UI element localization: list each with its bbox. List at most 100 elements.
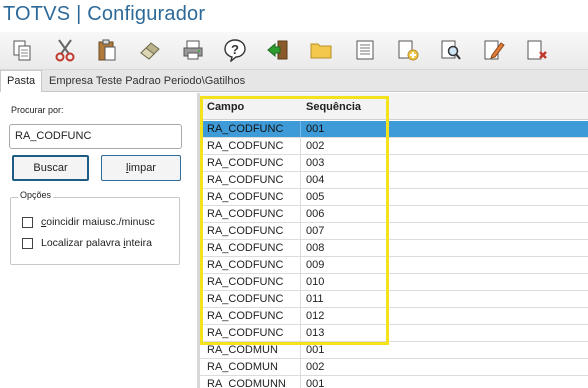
cell-sequencia: 008 (306, 242, 325, 254)
svg-text:?: ? (231, 42, 239, 57)
whole-word-text-before: Localizar palavra (41, 237, 124, 249)
table-row[interactable]: RA_CODMUN 002 (200, 359, 588, 376)
table-row[interactable]: RA_CODFUNC 007 (200, 223, 588, 240)
cell-campo: RA_CODFUNC (207, 140, 284, 152)
cell-sequencia: 005 (306, 191, 325, 203)
cell-campo: RA_CODFUNC (207, 310, 284, 322)
cell-campo: RA_CODFUNC (207, 242, 284, 254)
delete-icon[interactable] (524, 37, 550, 63)
column-separator (300, 291, 301, 307)
search-panel: Procurar por: RA_CODFUNC Buscar limpar O… (0, 93, 197, 388)
column-separator (300, 121, 301, 137)
cell-campo: RA_CODFUNC (207, 225, 284, 237)
table-row[interactable]: RA_CODFUNC 009 (200, 257, 588, 274)
column-separator (300, 257, 301, 273)
column-separator (300, 308, 301, 324)
cell-campo: RA_CODFUNC (207, 191, 284, 203)
configurador-window: TOTVS | Configurador ? Pasta Empresa Tes… (0, 0, 588, 388)
grid-header: Campo Sequência (200, 93, 588, 120)
search-doc-icon[interactable] (438, 37, 464, 63)
table-row[interactable]: RA_CODFUNC 008 (200, 240, 588, 257)
cell-campo: RA_CODFUNC (207, 123, 284, 135)
whole-word-option[interactable]: Localizar palavra inteira (22, 237, 152, 249)
cell-sequencia: 013 (306, 327, 325, 339)
column-separator (300, 359, 301, 375)
match-case-checkbox[interactable] (22, 216, 33, 228)
table-row[interactable]: RA_CODFUNC 002 (200, 138, 588, 155)
column-separator (300, 240, 301, 256)
table-row[interactable]: RA_CODFUNC 005 (200, 189, 588, 206)
table-row[interactable]: RA_CODFUNC 006 (200, 206, 588, 223)
match-case-label: coincidir maiusc./minusc (41, 216, 155, 228)
folder-icon[interactable] (308, 37, 334, 63)
column-separator (300, 223, 301, 239)
exit-icon[interactable] (265, 37, 291, 63)
column-separator (300, 172, 301, 188)
search-input[interactable]: RA_CODFUNC (9, 124, 182, 149)
whole-word-text-after: nteira (125, 237, 152, 249)
tab-bar: Pasta Empresa Teste Padrao Periodo\Gatil… (0, 70, 588, 92)
cell-sequencia: 010 (306, 276, 325, 288)
results-grid: Campo Sequência RA_CODFUNC 001 RA_CODFUNC 0… (200, 93, 588, 388)
table-row[interactable]: RA_CODFUNC 012 (200, 308, 588, 325)
table-row[interactable]: RA_CODFUNC 011 (200, 291, 588, 308)
cell-campo: RA_CODMUN (207, 361, 278, 373)
cell-sequencia: 001 (306, 378, 325, 388)
paste-icon[interactable] (94, 37, 120, 63)
cell-sequencia: 011 (306, 293, 324, 305)
column-separator (300, 325, 301, 341)
cell-sequencia: 002 (306, 361, 325, 373)
match-case-text: oincidir maiusc./minusc (46, 216, 155, 228)
cell-sequencia: 001 (306, 123, 325, 135)
table-row[interactable]: RA_CODMUN 001 (200, 342, 588, 359)
cell-campo: RA_CODFUNC (207, 293, 284, 305)
app-title: TOTVS | Configurador (3, 3, 206, 25)
cut-icon[interactable] (52, 37, 78, 63)
cell-campo: RA_CODMUNN (207, 378, 286, 388)
column-header-sequencia[interactable]: Sequência (306, 101, 361, 113)
cell-campo: RA_CODMUN (207, 344, 278, 356)
column-separator (300, 376, 301, 388)
column-separator (300, 274, 301, 290)
cell-sequencia: 012 (306, 310, 325, 322)
options-title: Opções (18, 190, 54, 200)
whole-word-checkbox[interactable] (22, 237, 33, 249)
cell-sequencia: 009 (306, 259, 325, 271)
column-separator (300, 138, 301, 154)
table-row[interactable]: RA_CODFUNC 004 (200, 172, 588, 189)
cell-campo: RA_CODFUNC (207, 276, 284, 288)
title-bar: TOTVS | Configurador (0, 0, 588, 32)
column-header-campo[interactable]: Campo (207, 101, 244, 113)
cell-campo: RA_CODFUNC (207, 208, 284, 220)
limpar-button[interactable]: limpar (101, 155, 181, 181)
column-separator (300, 189, 301, 205)
limpar-label: impar (128, 162, 156, 174)
cell-campo: RA_CODFUNC (207, 259, 284, 271)
cell-campo: RA_CODFUNC (207, 327, 284, 339)
column-separator (300, 206, 301, 222)
breadcrumb: Empresa Teste Padrao Periodo\Gatilhos (49, 75, 246, 87)
add-icon[interactable] (395, 37, 421, 63)
options-group (10, 197, 180, 265)
tab-pasta[interactable]: Pasta (0, 70, 43, 92)
whole-word-label: Localizar palavra inteira (41, 237, 152, 249)
table-row[interactable]: RA_CODMUNN 001 (200, 376, 588, 388)
edit-icon[interactable] (481, 37, 507, 63)
copy-icon[interactable] (9, 37, 35, 63)
view-icon[interactable] (352, 37, 378, 63)
buscar-button[interactable]: Buscar (12, 155, 89, 181)
print-icon[interactable] (180, 37, 206, 63)
eraser-icon[interactable] (137, 37, 163, 63)
table-row[interactable]: RA_CODFUNC 010 (200, 274, 588, 291)
toolbar: ? (0, 32, 588, 70)
cell-sequencia: 001 (306, 344, 325, 356)
match-case-option[interactable]: coincidir maiusc./minusc (22, 216, 155, 228)
table-row[interactable]: RA_CODFUNC 013 (200, 325, 588, 342)
cell-campo: RA_CODFUNC (207, 157, 284, 169)
search-label: Procurar por: (11, 105, 64, 115)
cell-sequencia: 002 (306, 140, 325, 152)
table-row[interactable]: RA_CODFUNC 003 (200, 155, 588, 172)
help-icon[interactable]: ? (222, 37, 248, 63)
table-row[interactable]: RA_CODFUNC 001 (200, 121, 588, 138)
cell-campo: RA_CODFUNC (207, 174, 284, 186)
